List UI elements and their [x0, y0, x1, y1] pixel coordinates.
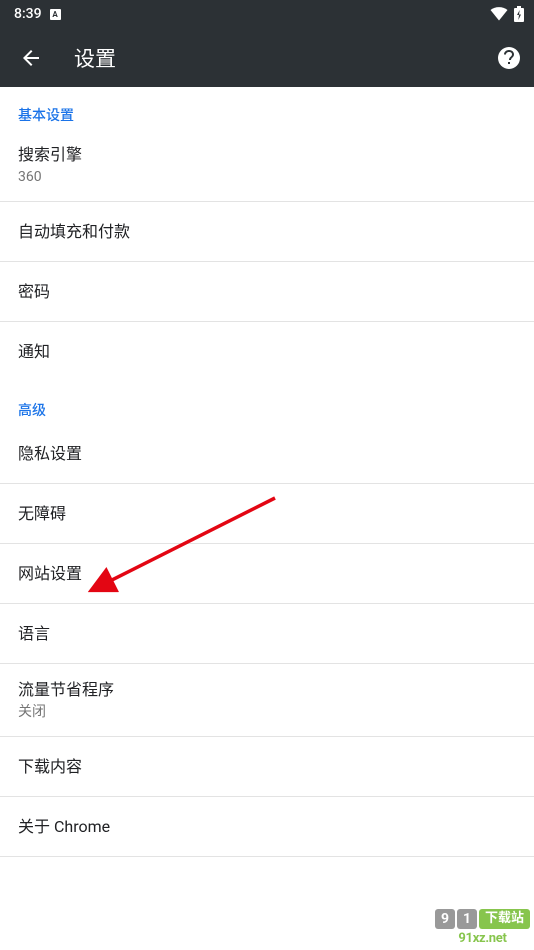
page-title: 设置 [74, 43, 496, 73]
status-bar: 8:39 A [0, 0, 534, 28]
setting-title: 通知 [18, 341, 516, 363]
setting-title: 密码 [18, 281, 516, 303]
settings-list: 基本设置 搜索引擎 360 自动填充和付款 密码 通知 高级 隐私设置 无障碍 … [0, 87, 534, 857]
setting-about-chrome[interactable]: 关于 Chrome [0, 797, 534, 857]
setting-data-saver[interactable]: 流量节省程序 关闭 [0, 664, 534, 737]
setting-title: 语言 [18, 623, 516, 645]
watermark-label: 下载站 [479, 909, 530, 929]
setting-title: 隐私设置 [18, 443, 516, 465]
watermark-digit: 1 [457, 909, 477, 929]
wifi-icon [490, 7, 508, 21]
setting-title: 无障碍 [18, 503, 516, 525]
setting-title: 网站设置 [18, 563, 516, 585]
help-button[interactable] [496, 45, 522, 71]
setting-title: 关于 Chrome [18, 816, 516, 838]
setting-subtitle: 360 [18, 168, 516, 186]
setting-autofill[interactable]: 自动填充和付款 [0, 202, 534, 262]
setting-accessibility[interactable]: 无障碍 [0, 484, 534, 544]
setting-subtitle: 关闭 [18, 703, 516, 721]
status-time: 8:39 [14, 6, 42, 22]
setting-title: 自动填充和付款 [18, 221, 516, 243]
setting-site-settings[interactable]: 网站设置 [0, 544, 534, 604]
setting-privacy[interactable]: 隐私设置 [0, 424, 534, 484]
watermark-digit: 9 [435, 909, 455, 929]
setting-search-engine[interactable]: 搜索引擎 360 [0, 129, 534, 202]
help-icon [497, 46, 521, 70]
setting-notifications[interactable]: 通知 [0, 322, 534, 382]
battery-icon [514, 6, 524, 22]
arrow-back-icon [19, 46, 43, 70]
setting-passwords[interactable]: 密码 [0, 262, 534, 322]
status-indicator-box: A [50, 9, 61, 20]
setting-title: 下载内容 [18, 756, 516, 778]
setting-downloads[interactable]: 下载内容 [0, 737, 534, 797]
watermark-site: 91xz.net [435, 931, 530, 946]
section-header-basic: 基本设置 [0, 87, 534, 129]
setting-title: 流量节省程序 [18, 679, 516, 701]
app-bar: 设置 [0, 28, 534, 87]
back-button[interactable] [18, 45, 44, 71]
setting-title: 搜索引擎 [18, 144, 516, 166]
watermark: 9 1 下载站 91xz.net [435, 909, 530, 946]
setting-language[interactable]: 语言 [0, 604, 534, 664]
section-header-advanced: 高级 [0, 382, 534, 424]
